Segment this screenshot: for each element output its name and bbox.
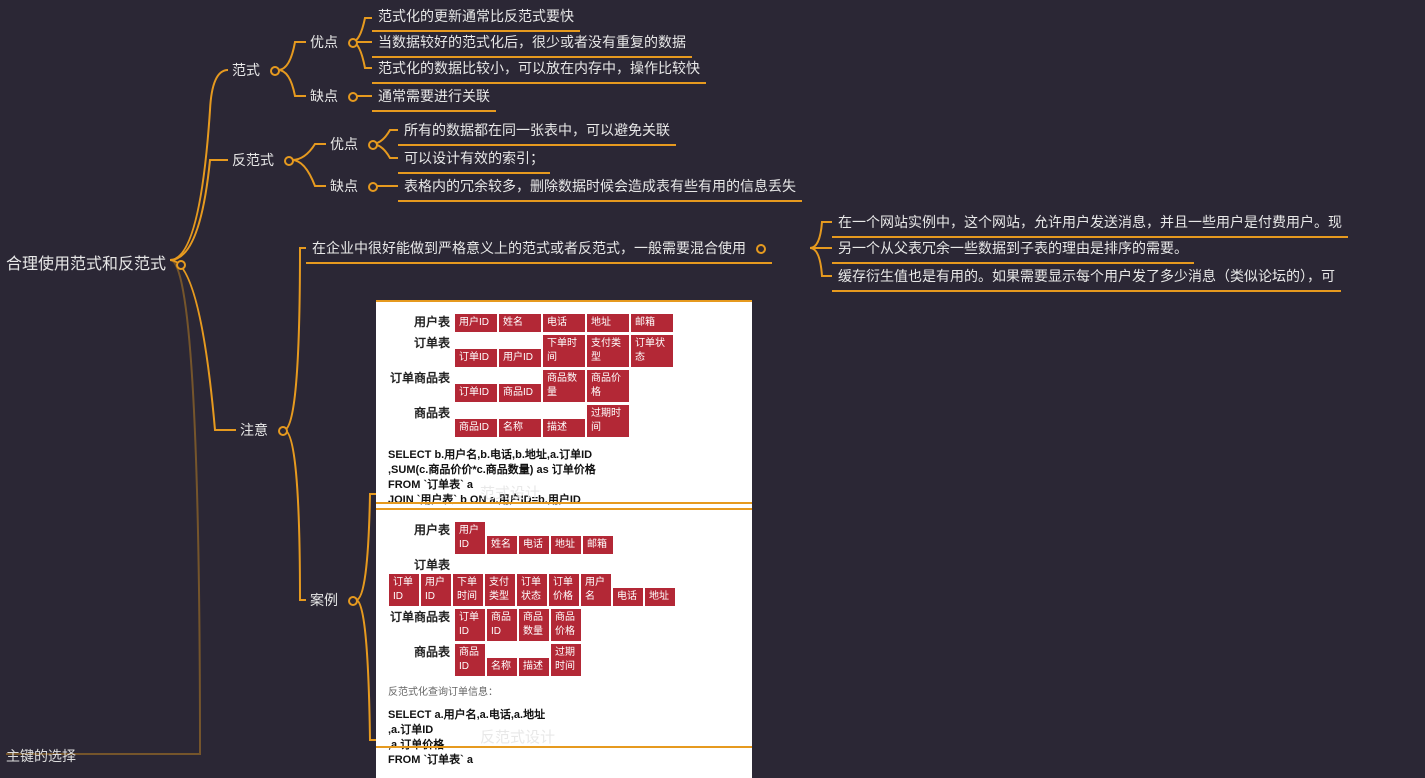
dot-icon [284,156,294,166]
label: 注意 [240,422,268,438]
leaf[interactable]: 表格内的冗余较多，删除数据时候会造成表有些有用的信息丢失 [398,174,802,202]
table-cell: 订单状态 [631,335,673,367]
dot-icon [278,426,288,436]
table-label: 用户表 [388,521,450,538]
node-mix[interactable]: 在企业中很好能做到严格意义上的范式或者反范式，一般需要混合使用 [306,236,772,264]
table-cell: 用户ID [421,574,451,606]
table-cell: 下单时间 [453,574,483,606]
table-cell: 支付类型 [485,574,515,606]
leaf[interactable]: 当数据较好的范式化后，很少或者没有重复的数据 [372,30,692,58]
table-cell: 用户名 [581,574,611,606]
table-cell: 商品价格 [587,370,629,402]
table-cell: 商品ID [487,609,517,641]
table-label: 商品表 [388,643,450,660]
table-cell: 邮箱 [583,536,613,554]
leaf[interactable]: 在一个网站实例中，这个网站，允许用户发送消息，并且一些用户是付费用户。现 [832,210,1348,238]
leaf[interactable]: 范式化的数据比较小，可以放在内存中，操作比较快 [372,56,706,84]
dot-icon [348,596,358,606]
table-cell: 过期时间 [587,405,629,437]
node-fanfanshi-youdian[interactable]: 优点 [326,132,382,156]
dot-icon [368,140,378,150]
table-cell: 订单ID [455,384,497,402]
table-cell: 商品数量 [543,370,585,402]
note-text: 反范式化查询订单信息： [388,683,740,698]
table-cell: 订单状态 [517,574,547,606]
table-cell: 商品数量 [519,609,549,641]
caption-fanshi: 范式设计 [480,482,540,503]
label: 反范式 [232,152,274,168]
node-fanshi-quedian[interactable]: 缺点 [306,84,362,108]
label: 优点 [310,34,338,50]
table-cell: 下单时间 [543,335,585,367]
table-cell: 商品ID [499,384,541,402]
table-label: 订单商品表 [388,369,450,386]
table-cell: 邮箱 [631,314,673,332]
node-fanfanshi[interactable]: 反范式 [228,148,298,172]
node-fanfanshi-quedian[interactable]: 缺点 [326,174,382,198]
label: 缺点 [310,88,338,104]
table-cell: 商品价格 [551,609,581,641]
table-label: 订单商品表 [388,608,450,625]
table-label: 订单表 [388,334,450,351]
table-cell: 描述 [543,419,585,437]
root-node[interactable]: 合理使用范式和反范式 [6,250,186,274]
table-cell: 电话 [519,536,549,554]
table-cell: 用户ID [499,349,541,367]
leaf[interactable]: 另一个从父表冗余一些数据到子表的理由是排序的需要。 [832,236,1194,264]
table-cell: 订单ID [455,349,497,367]
table-label: 用户表 [388,313,450,330]
img1-bottomline [376,502,752,504]
leaf[interactable]: 范式化的更新通常比反范式要快 [372,4,580,32]
img2-bottomline [376,746,752,748]
leaf[interactable]: 所有的数据都在同一张表中，可以避免关联 [398,118,676,146]
caption-fanfanshi: 反范式设计 [480,726,555,747]
table-cell: 订单价格 [549,574,579,606]
table-cell: 地址 [551,536,581,554]
node-fanshi[interactable]: 范式 [228,58,284,82]
img-fanfanshi-design: 用户表用户ID姓名电话地址邮箱订单表订单ID用户ID下单时间支付类型订单状态订单… [376,510,752,778]
label: 案例 [310,592,338,608]
table-label: 订单表 [388,556,450,573]
table-cell: 名称 [487,658,517,676]
dot-icon [348,38,358,48]
table-cell: 订单ID [389,574,419,606]
table-cell: 姓名 [487,536,517,554]
leaf[interactable]: 通常需要进行关联 [372,84,496,112]
table-cell: 名称 [499,419,541,437]
leaf[interactable]: 缓存衍生值也是有用的。如果需要显示每个用户发了多少消息（类似论坛的），可 [832,264,1341,292]
dot-icon [756,244,766,254]
table-cell: 电话 [543,314,585,332]
table-label: 商品表 [388,404,450,421]
table-cell: 地址 [587,314,629,332]
dot-icon [348,92,358,102]
table-cell: 描述 [519,658,549,676]
node-anli[interactable]: 案例 [306,588,362,612]
root-label: 合理使用范式和反范式 [6,256,166,273]
label: 优点 [330,136,358,152]
table-cell: 支付类型 [587,335,629,367]
node-zhuyi[interactable]: 注意 [236,418,292,442]
dot-icon [368,182,378,192]
node-fanshi-youdian[interactable]: 优点 [306,30,362,54]
table-cell: 地址 [645,588,675,606]
table-cell: 订单ID [455,609,485,641]
table-cell: 商品ID [455,644,485,676]
dot-icon [270,66,280,76]
table-cell: 商品ID [455,419,497,437]
leaf[interactable]: 可以设计有效的索引； [398,146,550,174]
fanshi-label: 范式 [232,62,260,78]
root-dot [176,260,186,270]
label: 缺点 [330,178,358,194]
sql-text: SELECT a.用户名,a.电话,a.地址,a.订单ID,a.订单价格FROM… [388,708,740,768]
table-cell: 姓名 [499,314,541,332]
table-cell: 用户ID [455,522,485,554]
table-cell: 过期时间 [551,644,581,676]
table-cell: 电话 [613,588,643,606]
table-cell: 用户ID [455,314,497,332]
bottom-cut-node[interactable]: 主键的选择 [6,746,76,766]
